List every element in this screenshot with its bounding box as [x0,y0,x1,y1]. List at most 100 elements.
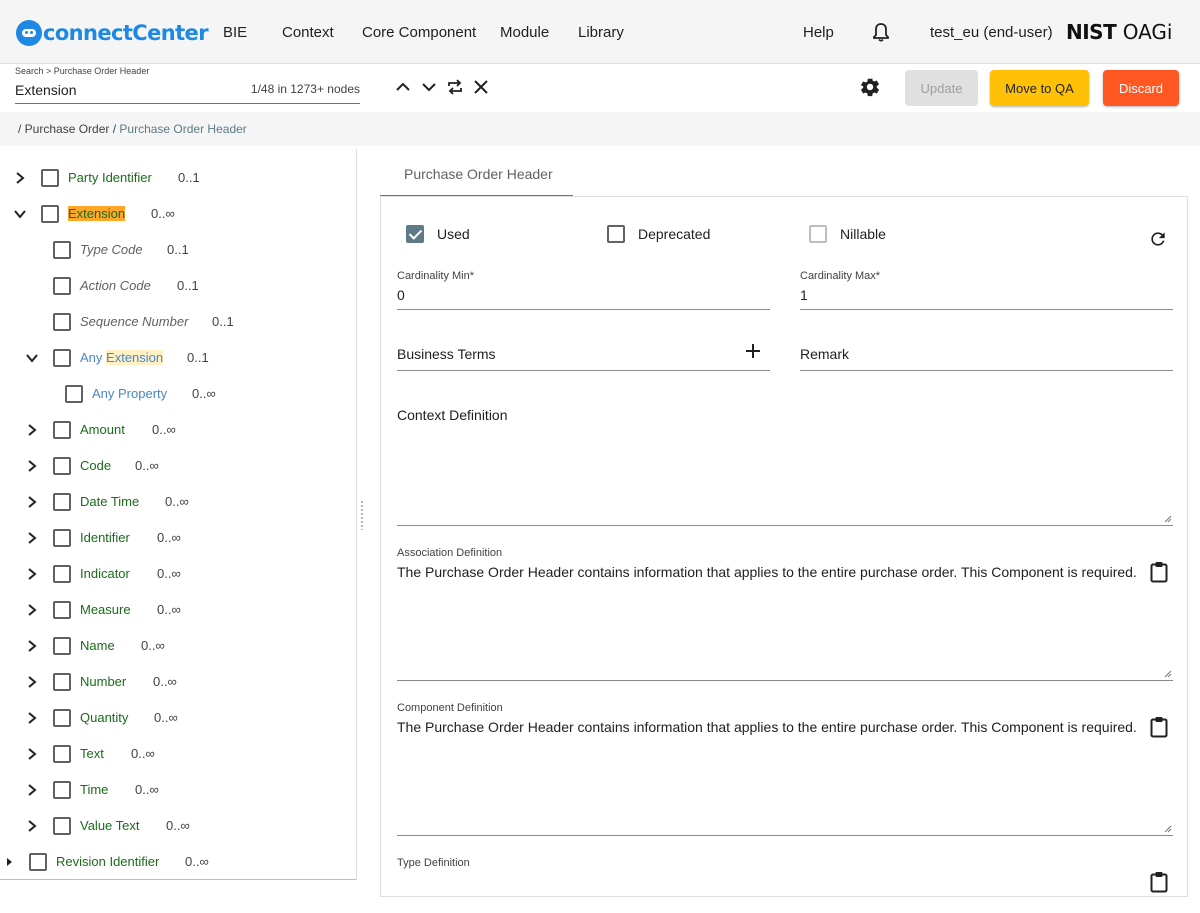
cardinality-max-underline [800,309,1173,310]
refresh-icon[interactable] [1148,229,1168,249]
node-checkbox[interactable] [53,637,71,655]
chevron-down-icon[interactable] [13,207,27,221]
chevron-down-icon[interactable] [25,351,39,365]
chevron-right-icon[interactable] [25,459,39,473]
chevron-right-icon[interactable] [25,567,39,581]
node-checkbox[interactable] [53,817,71,835]
node-label: Name [80,638,115,653]
cardinality-min-input[interactable]: 0 [397,287,405,303]
node-label: Sequence Number [80,314,189,329]
association-definition-textarea[interactable]: The Purchase Order Header contains infor… [397,564,1137,580]
node-cardinality: 0..∞ [153,674,177,689]
node-checkbox[interactable] [41,169,59,187]
bie-tree: Party Identifier 0..1 Extension 0..∞ Typ… [0,149,357,880]
chevron-right-icon[interactable] [25,531,39,545]
context-definition-textarea[interactable]: Context Definition [397,407,508,423]
node-checkbox[interactable] [53,421,71,439]
node-cardinality: 0..1 [167,242,189,257]
resize-handle-icon[interactable] [1164,825,1172,833]
used-checkbox[interactable] [406,225,424,243]
close-icon[interactable] [472,78,490,96]
chevron-right-icon[interactable] [25,495,39,509]
node-checkbox[interactable] [65,385,83,403]
node-checkbox[interactable] [53,673,71,691]
cardinality-max-input[interactable]: 1 [800,287,808,303]
chevron-right-icon[interactable] [4,856,14,868]
node-cardinality: 0..∞ [152,422,176,437]
deprecated-checkbox[interactable] [607,225,625,243]
chevron-right-icon[interactable] [13,171,27,185]
node-checkbox[interactable] [53,709,71,727]
chevron-right-icon[interactable] [25,819,39,833]
node-checkbox[interactable] [53,601,71,619]
node-checkbox[interactable] [53,565,71,583]
business-terms-label[interactable]: Business Terms [397,346,496,362]
node-cardinality: 0..1 [177,278,199,293]
gear-icon[interactable] [859,76,881,98]
node-label: Type Code [80,242,143,257]
node-label-prefix: Any [80,350,103,365]
node-label: Time [80,782,109,797]
resize-handle-icon[interactable] [1164,515,1172,523]
nav-module[interactable]: Module [500,24,549,41]
chevron-right-icon[interactable] [25,423,39,437]
plus-icon[interactable] [745,343,761,359]
nav-help[interactable]: Help [803,24,834,41]
node-checkbox[interactable] [53,529,71,547]
node-checkbox[interactable] [29,853,47,871]
chevron-right-icon[interactable] [25,747,39,761]
remark-input[interactable]: Remark [800,346,849,362]
node-cardinality: 0..∞ [154,710,178,725]
discard-button[interactable]: Discard [1103,70,1179,106]
panel-splitter-handle[interactable] [360,500,364,530]
tab-purchase-order-header[interactable]: Purchase Order Header [380,150,573,197]
node-cardinality: 0..∞ [157,530,181,545]
bell-icon[interactable] [872,22,890,42]
cardinality-min-underline [397,309,770,310]
clipboard-icon[interactable] [1150,716,1168,738]
clipboard-icon[interactable] [1150,561,1168,583]
clipboard-icon[interactable] [1150,871,1168,893]
node-checkbox[interactable] [53,457,71,475]
resize-handle-icon[interactable] [1164,670,1172,678]
user-menu[interactable]: test_eu (end-user) [930,24,1053,41]
chevron-right-icon[interactable] [25,711,39,725]
chevron-right-icon[interactable] [25,603,39,617]
swap-icon[interactable] [446,78,464,96]
node-label: Identifier [80,530,130,545]
update-button[interactable]: Update [905,70,978,106]
node-checkbox[interactable] [53,493,71,511]
node-label: Quantity [80,710,129,725]
nav-core-component[interactable]: Core Component [362,24,476,41]
node-checkbox[interactable] [53,277,71,295]
search-input[interactable] [15,80,245,100]
brand-oagi: OAGi [1122,20,1173,44]
breadcrumb-parent[interactable]: / Purchase Order / [18,122,116,136]
node-checkbox[interactable] [53,781,71,799]
node-checkbox[interactable] [53,349,71,367]
nav-context[interactable]: Context [282,24,334,41]
used-label: Used [437,226,470,242]
app-logo[interactable]: connectCenter [16,19,209,47]
component-definition-underline [397,835,1173,836]
brand-nist: NIST [1066,20,1117,44]
chevron-right-icon[interactable] [25,783,39,797]
chevron-up-icon[interactable] [394,78,412,96]
component-definition-textarea[interactable]: The Purchase Order Header contains infor… [397,719,1137,735]
chevron-right-icon[interactable] [25,675,39,689]
node-checkbox[interactable] [53,241,71,259]
association-definition-label: Association Definition [397,547,503,559]
remark-underline [800,370,1173,371]
chevron-down-icon[interactable] [420,78,438,96]
node-cardinality: 0..∞ [185,854,209,869]
nav-library[interactable]: Library [578,24,624,41]
nillable-checkbox[interactable] [809,225,827,243]
node-cardinality: 0..∞ [135,458,159,473]
chevron-right-icon[interactable] [25,639,39,653]
node-checkbox[interactable] [53,313,71,331]
node-checkbox[interactable] [41,205,59,223]
node-checkbox[interactable] [53,745,71,763]
move-to-qa-button[interactable]: Move to QA [990,70,1089,106]
node-label: Text [80,746,104,761]
nav-bie[interactable]: BIE [223,24,247,41]
